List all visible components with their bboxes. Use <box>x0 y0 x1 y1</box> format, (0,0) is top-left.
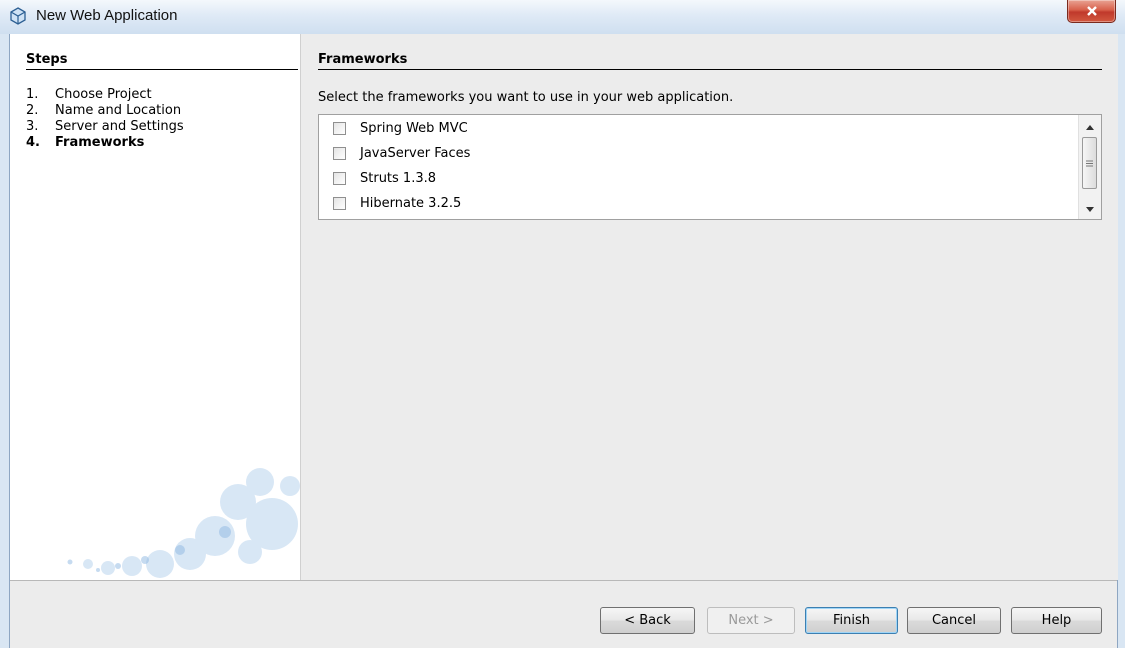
framework-row[interactable]: Hibernate 3.2.5 <box>333 194 461 212</box>
close-button[interactable] <box>1067 0 1116 23</box>
steps-panel: Steps 1. Choose Project 2. Name and Locati… <box>10 34 300 580</box>
steps-list: 1. Choose Project 2. Name and Location 3. S… <box>26 87 184 151</box>
button-bar: < Back Next > Finish Cancel Help <box>10 580 1117 648</box>
framework-label: Spring Web MVC <box>360 120 468 136</box>
netbeans-cube-icon <box>8 6 28 26</box>
wizard-dialog: Steps 1. Choose Project 2. Name and Locati… <box>9 34 1118 648</box>
framework-checkbox[interactable] <box>333 121 346 135</box>
framework-checkbox[interactable] <box>333 171 346 185</box>
next-button[interactable]: Next > <box>707 607 795 634</box>
vertical-scrollbar[interactable] <box>1078 115 1101 219</box>
scroll-up-button[interactable] <box>1079 117 1101 135</box>
grip-icon <box>1086 156 1093 171</box>
scroll-down-button[interactable] <box>1079 199 1101 217</box>
finish-button[interactable]: Finish <box>805 607 898 634</box>
content-panel: Frameworks Select the frameworks you wan… <box>300 34 1118 580</box>
step-item-current: 4. Frameworks <box>26 135 145 150</box>
instruction-text: Select the frameworks you want to use in… <box>318 90 734 105</box>
framework-checkbox[interactable] <box>333 196 346 210</box>
framework-checkbox[interactable] <box>333 146 346 160</box>
back-button[interactable]: < Back <box>600 607 695 634</box>
content-heading: Frameworks <box>318 52 1102 70</box>
scroll-thumb[interactable] <box>1082 137 1097 189</box>
close-icon <box>1085 5 1099 17</box>
framework-row[interactable]: JavaServer Faces <box>333 144 470 162</box>
arrow-down-icon <box>1086 201 1094 216</box>
arrow-up-icon <box>1086 119 1094 134</box>
framework-label: Struts 1.3.8 <box>360 170 437 186</box>
cancel-button[interactable]: Cancel <box>907 607 1001 634</box>
steps-heading: Steps <box>26 52 298 70</box>
step-item: 2. Name and Location <box>26 103 182 118</box>
window-title: New Web Application <box>36 7 178 24</box>
framework-row[interactable]: Spring Web MVC <box>333 119 468 137</box>
title-bar[interactable]: New Web Application <box>0 0 1125 34</box>
step-item: 1. Choose Project <box>26 87 152 102</box>
decorative-bubbles <box>67 468 300 578</box>
framework-label: JavaServer Faces <box>360 145 471 161</box>
help-button[interactable]: Help <box>1011 607 1102 634</box>
framework-label: Hibernate 3.2.5 <box>360 195 462 211</box>
frameworks-list[interactable]: Spring Web MVC JavaServer Faces Struts 1… <box>318 114 1102 220</box>
framework-row[interactable]: Struts 1.3.8 <box>333 169 436 187</box>
step-item: 3. Server and Settings <box>26 119 184 134</box>
